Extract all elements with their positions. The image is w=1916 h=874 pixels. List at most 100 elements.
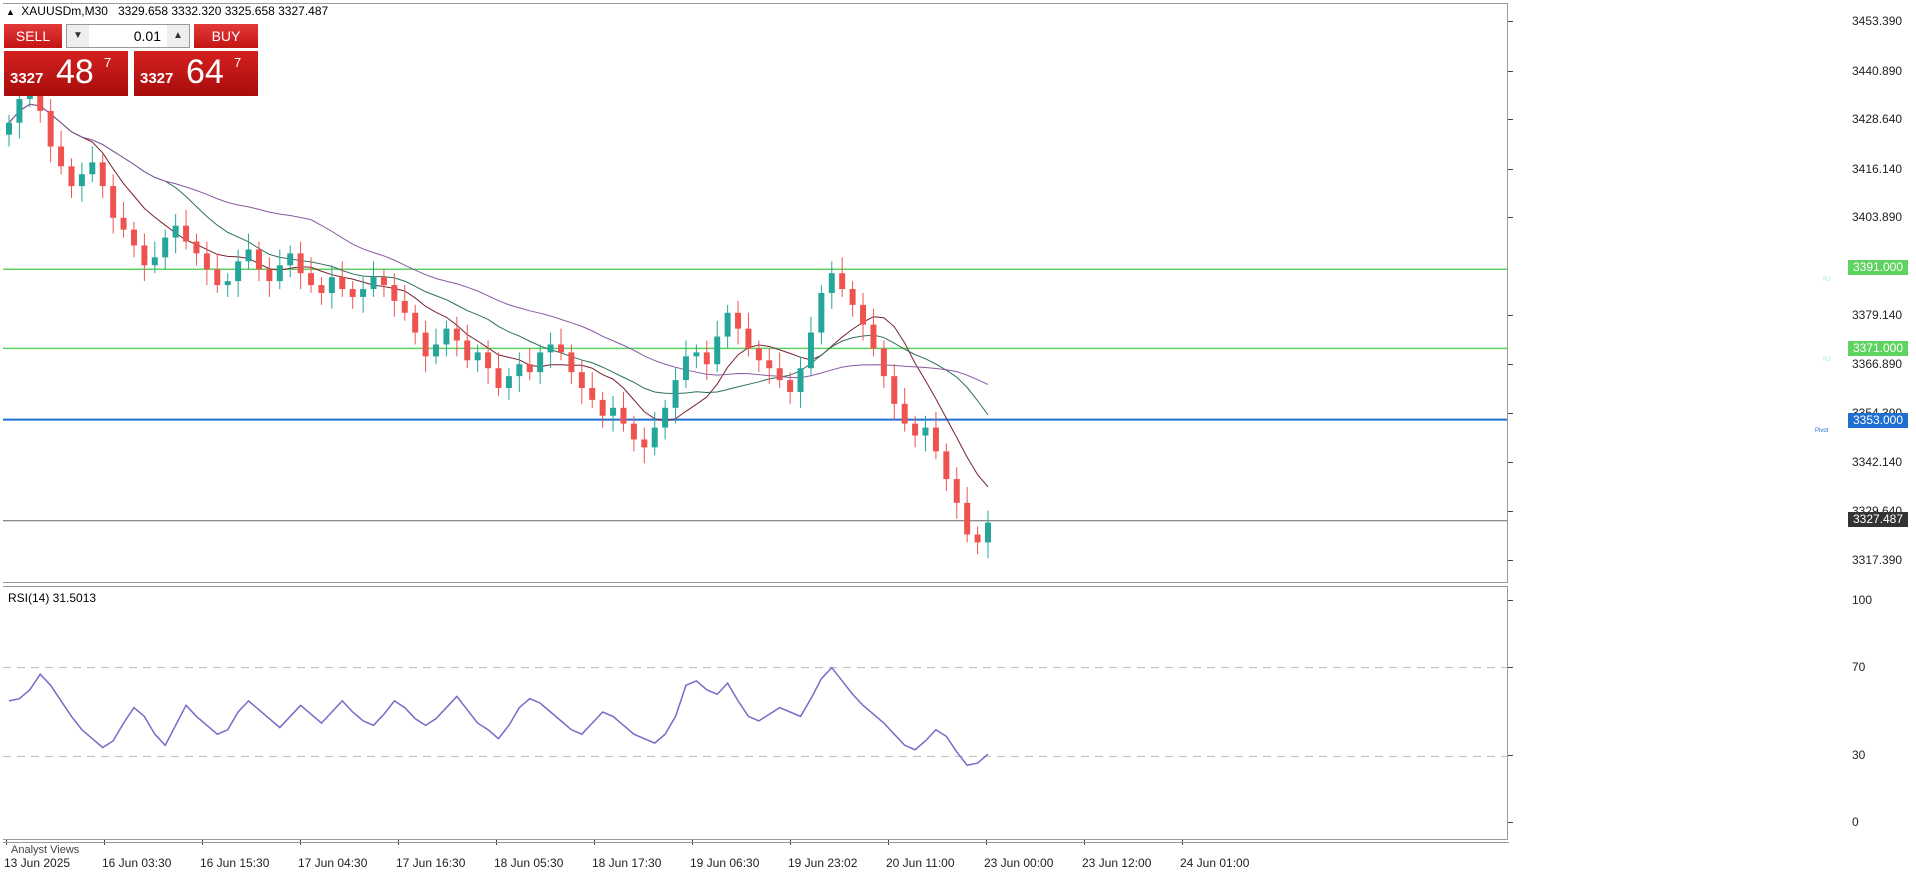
resistance-1-tag[interactable]: 3391.000 [1848,260,1908,275]
candle-body [610,407,617,416]
candle [339,261,346,297]
candle-body [151,257,158,266]
candle [193,233,200,266]
one-click-trading-panel: SELL ▼ 0.01 ▲ BUY 3327 48 7 3327 64 7 [4,24,258,96]
time-axis-label: 20 Jun 11:00 [886,856,955,870]
rsi-axis-label: 30 [1852,748,1866,763]
candle [78,162,85,202]
price-axis-label: 3342.140 [1852,454,1903,469]
price-axis-label: 3428.640 [1852,112,1903,127]
candle-body [391,285,398,301]
volume-decrease-icon[interactable]: ▼ [67,25,89,47]
rsi-axis-label: 100 [1852,593,1873,607]
chart-symbol-header: ▲ XAUUSDm,M30 3329.658 3332.320 3325.658… [6,4,328,18]
candle-body [672,380,679,408]
candle [516,352,523,392]
candle [578,360,585,404]
candle [849,281,856,317]
candle [162,229,169,270]
candle [443,320,450,357]
candle-body [297,253,304,274]
ma-fast-line [8,103,989,488]
candle-body [464,340,471,361]
price-axis-tick [1508,315,1513,317]
rsi-axis-tick [1508,822,1513,823]
rsi-line [8,666,989,767]
candle-body [818,293,825,333]
sell-price-box[interactable]: 3327 48 7 [4,51,128,96]
candle [589,372,596,408]
candle-body [183,225,190,242]
price-axis-label: 3440.890 [1852,63,1903,78]
candle-body [807,332,814,369]
candle-body [308,273,315,286]
rsi-axis-tick [1508,755,1513,757]
candle-body [495,368,502,389]
candle-body [235,261,242,282]
rsi-svg [3,666,1507,767]
candle [891,364,898,420]
price-axis-tick [1508,119,1513,121]
candle-body [224,281,231,286]
candle [68,158,75,198]
candle-body [568,352,575,373]
candle-body [214,269,221,286]
candle-body [360,289,367,297]
volume-input[interactable]: 0.01 [91,25,165,47]
resistance-2-tag[interactable]: 3371.000 [1848,341,1908,356]
candle-body [880,348,887,377]
candle-body [370,277,377,290]
candle-body [474,352,481,361]
candle [922,415,929,452]
candle-body [641,439,648,448]
candle-body [141,245,148,266]
candle [828,261,835,309]
volume-control[interactable]: ▼ 0.01 ▲ [66,24,190,48]
candle-body [453,328,460,341]
candle-body [255,249,262,270]
candle-body [443,328,450,345]
candle-body [755,348,762,361]
price-axis-tick [1508,559,1513,561]
candle-body [401,300,408,313]
price-axis-label: 3416.140 [1852,161,1903,176]
buy-button[interactable]: BUY [194,24,258,48]
candle-body [339,277,346,290]
time-axis-label: 17 Jun 16:30 [396,856,466,870]
volume-increase-icon[interactable]: ▲ [167,25,189,47]
candle [641,427,648,464]
time-axis-label: 13 Jun 2025 [4,856,71,870]
candle-body [932,427,939,452]
candle [860,293,867,341]
collapse-triangle-icon[interactable]: ▲ [6,7,15,17]
candle [547,332,554,369]
candle-body [839,273,846,290]
candle-body [349,289,356,297]
sell-button[interactable]: SELL [4,24,62,48]
candle-body [526,364,533,373]
price-axis-label: 3403.890 [1852,210,1903,225]
candle [870,308,877,357]
candle [6,114,12,147]
sell-price-main: 48 [56,53,94,91]
candle-body [922,427,929,436]
buy-price-box[interactable]: 3327 64 7 [134,51,258,96]
symbol-label: XAUUSDm,M30 [21,4,108,18]
candle-body [828,273,835,293]
candle-body [547,344,554,353]
rsi-pane[interactable] [3,586,1508,840]
candle [682,340,689,389]
price-axis-tick [1508,461,1513,463]
candle [985,510,991,559]
candle [953,467,960,519]
candle-body [745,328,752,349]
pivot-tag[interactable]: 3353.000 [1848,413,1908,428]
candle-body [901,403,908,424]
candle [964,486,971,543]
candle [735,300,742,345]
price-axis-label: 3366.890 [1852,356,1903,371]
candle-body [172,225,179,238]
candle [724,304,731,349]
price-axis-tick [1508,363,1513,365]
analyst-views-tab[interactable]: Analyst Views [3,842,1509,856]
